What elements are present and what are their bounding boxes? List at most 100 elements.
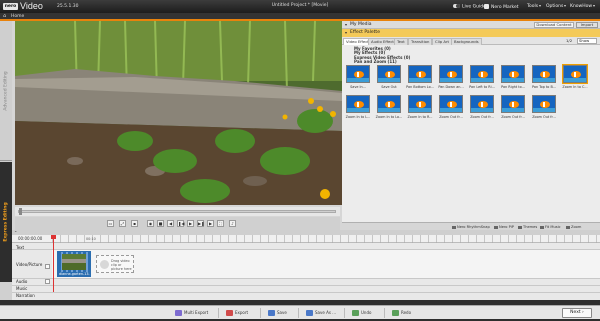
menu-tools[interactable]: Tools bbox=[527, 4, 542, 10]
save-button[interactable]: Save bbox=[268, 309, 287, 317]
effect-item[interactable]: Zoom Out fr... bbox=[530, 95, 558, 123]
clownfish-icon bbox=[385, 101, 395, 108]
clip-name: dianne-garten-13... bbox=[58, 272, 90, 277]
action-bar: Multi Export Export Save Save As ... Und… bbox=[0, 300, 600, 321]
step-forward-icon[interactable]: ▶❚ bbox=[197, 220, 204, 227]
pip-label: Nero PiP bbox=[499, 225, 514, 229]
thumbnail-background bbox=[502, 78, 524, 82]
save-as-label: Save As ... bbox=[315, 310, 336, 315]
thumbnail-background bbox=[471, 108, 493, 112]
multi-export-button[interactable]: Multi Export bbox=[175, 309, 208, 317]
effect-item[interactable]: Pan Right to... bbox=[499, 65, 527, 93]
next-button[interactable]: Next › bbox=[562, 308, 592, 318]
export-label: Export bbox=[235, 310, 249, 315]
next-frame-icon[interactable]: ▶ bbox=[207, 220, 214, 227]
rhythmsnap-label: Nero RhythmSnap bbox=[457, 225, 490, 229]
clownfish-icon bbox=[416, 71, 426, 78]
drop-zone-text: Drag video clip or picture here bbox=[111, 259, 132, 271]
layout-icon[interactable]: ▭ bbox=[107, 220, 114, 227]
effect-label: Zoom Out fr... bbox=[439, 115, 463, 119]
tab-text[interactable]: Text bbox=[394, 38, 408, 45]
effect-categories: My Favorites (0) My Effects (0) Express … bbox=[354, 46, 410, 65]
track-mute-icon[interactable] bbox=[45, 279, 50, 284]
tab-backgrounds[interactable]: Backgrounds bbox=[451, 38, 482, 45]
track-divider bbox=[12, 278, 600, 279]
stop-icon[interactable]: ■ bbox=[157, 220, 164, 227]
save-as-button[interactable]: Save As ... bbox=[306, 309, 336, 317]
themes-label: Themes bbox=[523, 225, 538, 229]
track-lock-icon[interactable] bbox=[45, 264, 50, 269]
play-icon[interactable]: ▶ bbox=[187, 220, 194, 227]
show-dropdown[interactable]: Show bbox=[577, 38, 597, 44]
effect-palette-header[interactable]: Effect Palette bbox=[342, 29, 600, 37]
snapshot-icon[interactable]: ◉ bbox=[147, 220, 154, 227]
chevron-down-icon bbox=[539, 4, 542, 7]
effect-item[interactable]: Pan Left to Ri... bbox=[468, 65, 496, 93]
track-divider bbox=[12, 285, 600, 286]
effect-label: Zoom In to R... bbox=[407, 115, 433, 119]
category-item[interactable]: Pan and Zoom (11) bbox=[354, 59, 410, 64]
effect-label: Pan Right to... bbox=[501, 85, 525, 89]
effect-item[interactable]: Pan Bottom Lo... bbox=[406, 65, 434, 93]
thumbnail-background bbox=[347, 78, 369, 82]
menu-options[interactable]: Options bbox=[546, 4, 567, 10]
volume-icon[interactable]: ♪ bbox=[229, 220, 236, 227]
video-track[interactable] bbox=[52, 250, 600, 278]
effect-thumbnail bbox=[532, 95, 556, 113]
tab-advanced-editing[interactable]: Advanced Editing bbox=[0, 21, 12, 161]
slider-thumb[interactable] bbox=[19, 208, 22, 215]
tab-transition[interactable]: Transition bbox=[408, 38, 433, 45]
fit-music-label: Fit Music bbox=[545, 225, 561, 229]
clownfish-icon bbox=[354, 101, 364, 108]
chevron-down-icon bbox=[593, 4, 596, 7]
video-clip[interactable]: dianne-garten-13... bbox=[57, 251, 91, 277]
market-icon bbox=[484, 4, 489, 9]
clownfish-icon bbox=[447, 101, 457, 108]
effect-item[interactable]: Save In... bbox=[344, 65, 372, 93]
download-content-button[interactable]: Download Content bbox=[534, 22, 574, 28]
preview-position-slider[interactable] bbox=[15, 207, 340, 216]
effect-item[interactable]: Pan Down an... bbox=[437, 65, 465, 93]
timeline-panel: ⌃ 00:00:00.00 00:10 Text Video/Picture d… bbox=[12, 230, 600, 300]
live-guide-toggle[interactable]: Live Guide bbox=[453, 4, 486, 10]
effect-item[interactable]: Zoom In to L... bbox=[344, 95, 372, 123]
nero-market-button[interactable]: Nero Market bbox=[484, 4, 519, 10]
aspect-icon[interactable]: ▪ bbox=[131, 220, 138, 227]
prev-frame-icon[interactable]: ◀ bbox=[167, 220, 174, 227]
timeline-ruler[interactable]: 00:00:00.00 00:10 bbox=[12, 235, 600, 243]
effect-item[interactable]: Zoom Out fr... bbox=[437, 95, 465, 123]
nero-market-label: Nero Market bbox=[491, 5, 519, 10]
step-back-icon[interactable]: ❚◀ bbox=[177, 220, 184, 227]
thumbnail-background bbox=[378, 78, 400, 82]
tab-audio-effect[interactable]: Audio Effect bbox=[368, 38, 397, 45]
effect-item[interactable]: Zoom In to R... bbox=[406, 95, 434, 123]
my-media-header[interactable]: My Media Download Content Import bbox=[342, 21, 600, 29]
effect-item[interactable]: Pan Top to B... bbox=[530, 65, 558, 93]
menu-knowhow[interactable]: KnowHow bbox=[570, 4, 596, 10]
redo-button[interactable]: Redo bbox=[392, 309, 411, 317]
menu-options-label: Options bbox=[546, 4, 564, 9]
tab-clip-art[interactable]: Clip Art bbox=[432, 38, 453, 45]
effect-item[interactable]: Zoom In to C... bbox=[561, 64, 589, 93]
clownfish-icon bbox=[571, 71, 581, 78]
tab-express-editing[interactable]: Express Editing bbox=[0, 162, 12, 282]
effect-item[interactable]: Zoom In to Lo... bbox=[375, 95, 403, 123]
separator bbox=[260, 308, 261, 318]
import-button[interactable]: Import bbox=[576, 22, 598, 28]
next-label: Next bbox=[570, 310, 581, 315]
playhead[interactable] bbox=[53, 235, 54, 292]
zoom-label: Zoom bbox=[571, 225, 582, 229]
effect-label: Pan Down an... bbox=[438, 85, 464, 89]
fit-icon[interactable]: ⤢ bbox=[119, 220, 126, 227]
undo-button[interactable]: Undo bbox=[352, 309, 371, 317]
effect-thumbnail bbox=[408, 65, 432, 83]
fullscreen-icon[interactable]: ⛶ bbox=[217, 220, 224, 227]
export-button[interactable]: Export bbox=[226, 309, 248, 317]
effect-item[interactable]: Zoom Out fr... bbox=[499, 95, 527, 123]
effect-item[interactable]: Save Out bbox=[375, 65, 403, 93]
clip-drop-zone[interactable]: Drag video clip or picture here bbox=[96, 255, 134, 273]
page-count: 1/2 bbox=[566, 38, 573, 43]
effect-thumbnail bbox=[562, 64, 588, 84]
clownfish-icon bbox=[540, 71, 550, 78]
effect-item[interactable]: Zoom Out fr... bbox=[468, 95, 496, 123]
